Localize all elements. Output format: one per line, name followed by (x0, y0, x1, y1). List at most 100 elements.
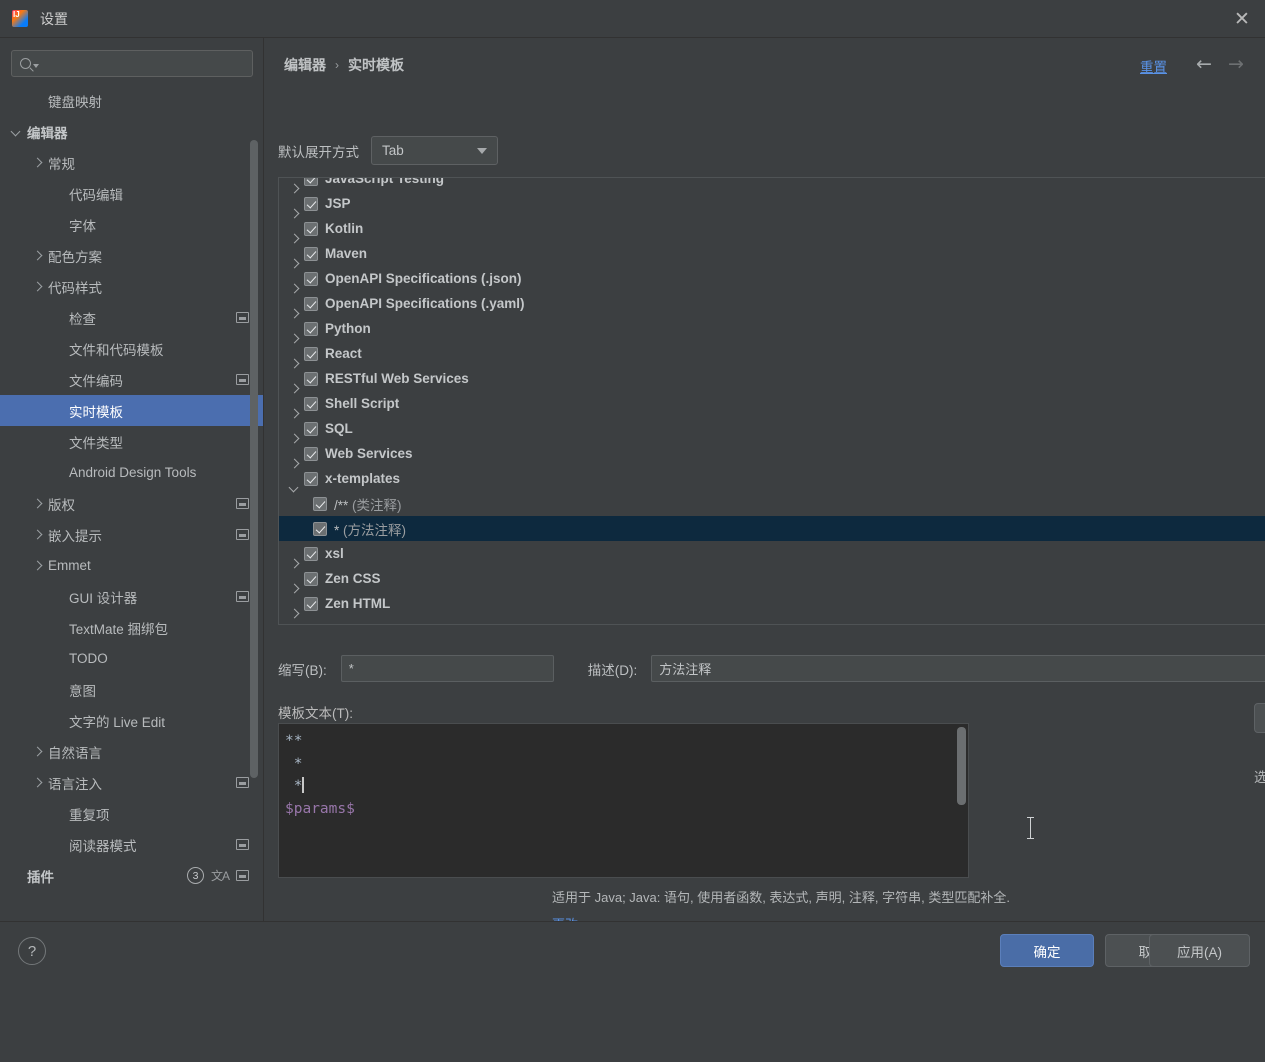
sidebar-item-22[interactable]: 语言注入 (0, 767, 263, 798)
sidebar-item-3[interactable]: 代码编辑 (0, 178, 263, 209)
checkbox-checked-icon[interactable] (304, 247, 318, 261)
sidebar-item-6[interactable]: 代码样式 (0, 271, 263, 302)
template-row-13[interactable]: /** (类注释) (279, 491, 1265, 516)
arrow-right-icon[interactable]: → (1223, 52, 1249, 76)
apply-button[interactable]: 应用(A) (1149, 934, 1250, 967)
checkbox-checked-icon[interactable] (304, 197, 318, 211)
search-input[interactable] (43, 56, 252, 71)
checkbox-checked-icon[interactable] (313, 497, 327, 511)
sidebar-item-1[interactable]: 编辑器 (0, 116, 263, 147)
checkbox-checked-icon[interactable] (304, 372, 318, 386)
sidebar-item-8[interactable]: 文件和代码模板 (0, 333, 263, 364)
description-input[interactable] (651, 655, 1265, 682)
template-row-11[interactable]: Web Services (279, 441, 1265, 466)
template-row-17[interactable]: Zen HTML (279, 591, 1265, 616)
sidebar-item-9[interactable]: 文件编码 (0, 364, 263, 395)
sidebar-item-7[interactable]: 检查 (0, 302, 263, 333)
sidebar-item-label: 编辑器 (27, 122, 68, 142)
project-scope-icon (236, 777, 249, 788)
template-row-6[interactable]: Python (279, 316, 1265, 341)
template-row-9[interactable]: Shell Script (279, 391, 1265, 416)
chevron-right-icon[interactable] (32, 777, 44, 789)
checkbox-checked-icon[interactable] (304, 397, 318, 411)
sidebar-item-23[interactable]: 重复项 (0, 798, 263, 829)
breadcrumb-separator-icon: › (335, 58, 339, 72)
chevron-right-icon[interactable] (32, 157, 44, 169)
sidebar-item-16[interactable]: GUI 设计器 (0, 581, 263, 612)
ok-button[interactable]: 确定 (1000, 934, 1094, 967)
template-row-1[interactable]: JSP (279, 191, 1265, 216)
sidebar-item-15[interactable]: Emmet (0, 550, 263, 581)
breadcrumb-item-editor[interactable]: 编辑器 (284, 55, 326, 75)
editor-scrollbar[interactable] (957, 727, 966, 805)
sidebar-item-label: 意图 (69, 680, 96, 700)
template-row-14[interactable]: * (方法注释) (279, 516, 1265, 541)
tree-spacer (53, 684, 65, 696)
template-row-5[interactable]: OpenAPI Specifications (.yaml) (279, 291, 1265, 316)
checkbox-checked-icon[interactable] (304, 322, 318, 336)
tree-spacer (53, 591, 65, 603)
checkbox-checked-icon[interactable] (313, 522, 327, 536)
sidebar-item-18[interactable]: TODO (0, 643, 263, 674)
template-row-16[interactable]: Zen CSS (279, 566, 1265, 591)
sidebar-item-10[interactable]: 实时模板 (0, 395, 263, 426)
chevron-down-icon[interactable] (11, 126, 23, 138)
checkbox-checked-icon[interactable] (304, 222, 318, 236)
sidebar-item-17[interactable]: TextMate 捆绑包 (0, 612, 263, 643)
sidebar-item-14[interactable]: 嵌入提示 (0, 519, 263, 550)
search-dropdown-caret-icon[interactable] (33, 64, 39, 68)
tree-spacer (53, 219, 65, 231)
checkbox-checked-icon[interactable] (304, 447, 318, 461)
template-row-3[interactable]: Maven (279, 241, 1265, 266)
close-icon[interactable]: ✕ (1219, 0, 1265, 37)
template-tree[interactable]: JavaScript TestingJSPKotlinMavenOpenAPI … (279, 178, 1265, 624)
reset-link[interactable]: 重置 (1140, 56, 1167, 76)
help-icon[interactable]: ? (18, 937, 46, 965)
sidebar-item-24[interactable]: 阅读器模式 (0, 829, 263, 860)
sidebar-tree[interactable]: 键盘映射编辑器常规代码编辑字体配色方案代码样式检查文件和代码模板文件编码实时模板… (0, 85, 263, 887)
template-row-12[interactable]: x-templates (279, 466, 1265, 491)
chevron-right-icon[interactable] (32, 560, 44, 572)
chevron-right-icon[interactable] (32, 250, 44, 262)
sidebar-item-0[interactable]: 键盘映射 (0, 85, 263, 116)
sidebar-item-25[interactable]: 插件3文A (0, 860, 263, 887)
sidebar-item-label: 重复项 (69, 804, 110, 824)
checkbox-checked-icon[interactable] (304, 597, 318, 611)
template-row-2[interactable]: Kotlin (279, 216, 1265, 241)
chevron-right-icon[interactable] (32, 529, 44, 541)
checkbox-checked-icon[interactable] (304, 572, 318, 586)
checkbox-checked-icon[interactable] (304, 272, 318, 286)
sidebar-item-5[interactable]: 配色方案 (0, 240, 263, 271)
template-text-editor[interactable]: ** * * $params$ (278, 723, 969, 878)
sidebar-item-20[interactable]: 文字的 Live Edit (0, 705, 263, 736)
checkbox-checked-icon[interactable] (304, 297, 318, 311)
chevron-right-icon[interactable] (32, 746, 44, 758)
checkbox-checked-icon[interactable] (304, 347, 318, 361)
template-row-0[interactable]: JavaScript Testing (279, 178, 1265, 191)
chevron-right-icon[interactable] (32, 281, 44, 293)
abbrev-input[interactable] (341, 655, 554, 682)
arrow-left-icon[interactable]: ← (1191, 52, 1217, 76)
template-row-4[interactable]: OpenAPI Specifications (.json) (279, 266, 1265, 291)
sidebar-item-2[interactable]: 常规 (0, 147, 263, 178)
sidebar-scrollbar[interactable] (250, 140, 258, 778)
checkbox-checked-icon[interactable] (304, 472, 318, 486)
template-row-7[interactable]: React (279, 341, 1265, 366)
sidebar-item-12[interactable]: Android Design Tools (0, 457, 263, 488)
sidebar-item-label: 键盘映射 (48, 91, 102, 111)
sidebar-item-21[interactable]: 自然语言 (0, 736, 263, 767)
template-row-8[interactable]: RESTful Web Services (279, 366, 1265, 391)
chevron-right-icon[interactable] (32, 498, 44, 510)
checkbox-checked-icon[interactable] (304, 547, 318, 561)
sidebar-item-13[interactable]: 版权 (0, 488, 263, 519)
search-box[interactable] (11, 50, 253, 77)
checkbox-checked-icon[interactable] (304, 422, 318, 436)
sidebar-item-11[interactable]: 文件类型 (0, 426, 263, 457)
sidebar-item-4[interactable]: 字体 (0, 209, 263, 240)
sidebar-item-19[interactable]: 意图 (0, 674, 263, 705)
template-row-10[interactable]: SQL (279, 416, 1265, 441)
default-expand-select[interactable]: Tab (371, 136, 498, 165)
template-row-15[interactable]: xsl (279, 541, 1265, 566)
checkbox-checked-icon[interactable] (304, 178, 318, 186)
edit-variables-button[interactable]: 编辑变量(E) (1254, 703, 1265, 733)
